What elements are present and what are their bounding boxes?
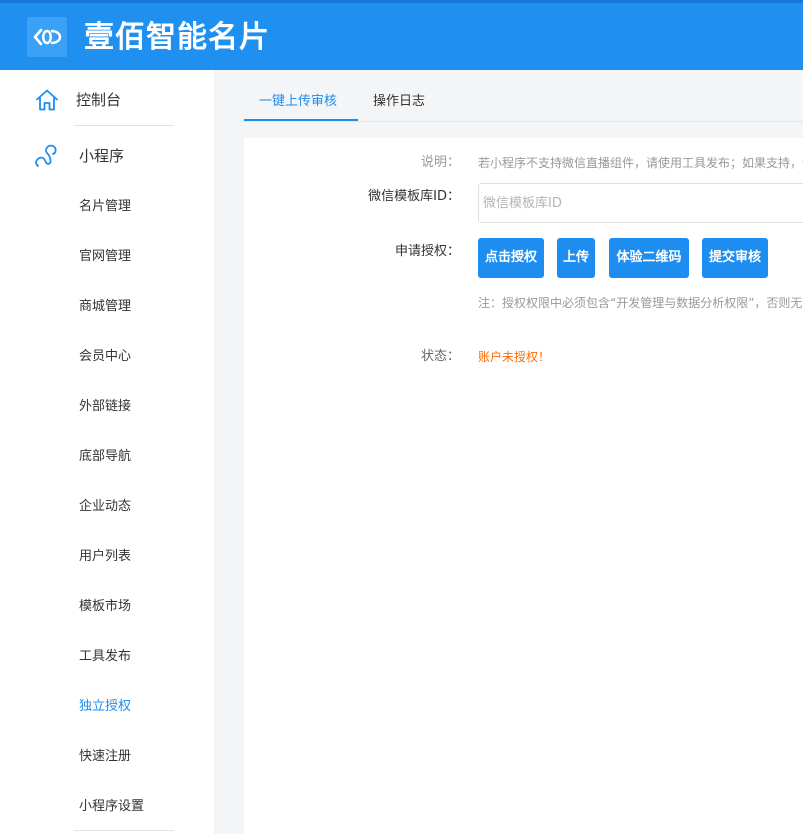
sidebar-item-template-market[interactable]: 模板市场 (79, 597, 131, 617)
sidebar-item-miniprogram-label: 小程序 (79, 147, 125, 165)
description-label: 说明： (420, 155, 460, 170)
brand-logo[interactable] (27, 17, 67, 57)
sidebar-item-mall-management[interactable]: 商城管理 (79, 297, 131, 317)
authorize-label: 申请授权： (394, 244, 460, 259)
sidebar-item-dashboard-label: 控制台 (76, 91, 122, 109)
tab-one-click-upload[interactable]: 一键上传审核 (259, 92, 337, 112)
description-text: 若小程序不支持微信直播组件，请使用工具发布；如果支持，请 (478, 156, 803, 170)
status-label: 状态： (420, 349, 460, 364)
sidebar-item-tool-release[interactable]: 工具发布 (79, 647, 131, 667)
upload-button[interactable]: 上传 (557, 238, 595, 278)
sidebar-item-user-list[interactable]: 用户列表 (79, 547, 131, 567)
sidebar-item-independent-auth[interactable]: 独立授权 (79, 697, 131, 717)
authorize-button[interactable]: 点击授权 (478, 238, 544, 278)
home-icon (36, 89, 58, 111)
sidebar-item-member-center[interactable]: 会员中心 (79, 347, 131, 367)
submit-review-button[interactable]: 提交审核 (702, 238, 768, 278)
template-id-label: 微信模板库ID： (368, 189, 460, 204)
sidebar-divider (74, 830, 174, 831)
sidebar-item-company-news[interactable]: 企业动态 (79, 497, 131, 517)
sidebar-divider (74, 125, 174, 126)
sidebar-item-quick-register[interactable]: 快速注册 (79, 747, 131, 767)
status-badge: 账户未授权！ (478, 350, 551, 364)
infinity-logo-icon (33, 28, 62, 46)
experience-qrcode-button[interactable]: 体验二维码 (609, 238, 689, 278)
sidebar-item-dashboard[interactable]: 控制台 (0, 70, 214, 126)
sidebar-item-website-management[interactable]: 官网管理 (79, 247, 131, 267)
sidebar-item-bottom-nav[interactable]: 底部导航 (79, 447, 131, 467)
link-icon (35, 144, 57, 167)
template-id-input[interactable] (478, 183, 803, 223)
sidebar-item-external-links[interactable]: 外部链接 (79, 397, 131, 417)
brand-name: 壹佰智能名片 (84, 20, 270, 55)
tab-divider (244, 121, 803, 122)
tab-operation-log[interactable]: 操作日志 (373, 92, 425, 112)
authorize-note: 注：授权权限中必须包含“开发管理与数据分析权限”，否则无法 (478, 296, 803, 310)
sidebar-item-miniprogram-settings[interactable]: 小程序设置 (79, 797, 144, 817)
sidebar-item-miniprogram[interactable]: 小程序 (0, 127, 214, 183)
top-header: 壹佰智能名片 (0, 0, 803, 70)
content-gutter (214, 70, 244, 834)
sidebar-item-card-management[interactable]: 名片管理 (79, 197, 131, 217)
